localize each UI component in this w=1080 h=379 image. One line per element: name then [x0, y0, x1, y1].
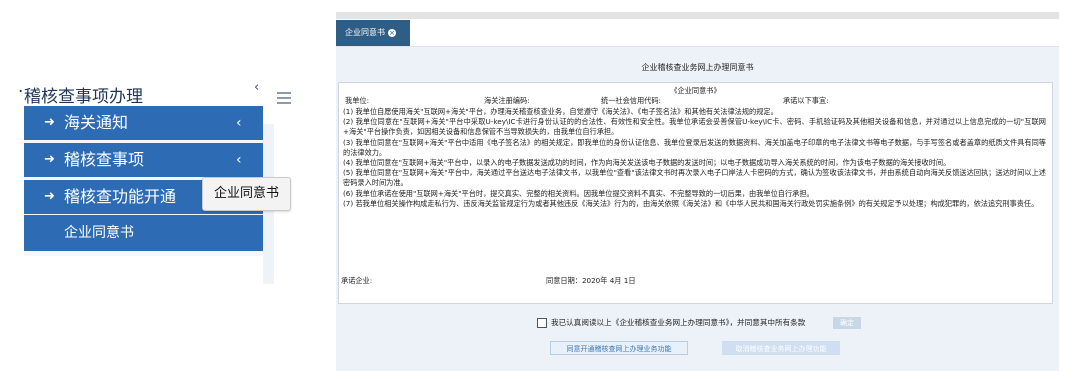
sidebar-item-consent-letter[interactable]: 企业同意书	[24, 215, 263, 251]
sign-in-arrow-icon: ➜	[44, 189, 55, 204]
consent-document: 《企业同意书》 我单位: 海关注册编码: 统一社会信用代码: 承诺以下事宜: (…	[338, 82, 1053, 304]
sidebar-item-label: 稽核查功能开通	[64, 187, 177, 206]
top-bar	[336, 12, 1059, 19]
agree-checkbox-label: 我已认真阅读以上《企业稽核查业务网上办理同意书》，并同意其中所有条款	[551, 318, 806, 327]
term-item: (7) 若我单位相关操作构成走私行为、违反海关监管规定行为或者其他违反《海关法》…	[343, 198, 1039, 208]
tab-bar	[336, 19, 1059, 47]
term-item: (3) 我单位同意在"互联网+海关"平台中适用《电子签名法》的相关规定，即我单位…	[343, 137, 1046, 157]
document-heading: 《企业同意书》	[670, 86, 721, 95]
menu-tooltip: 企业同意书	[202, 177, 291, 211]
signature-row: 承诺企业: 同意日期：2020年 4月 1日	[341, 276, 1046, 287]
term-item: (2) 我单位同意在"互联网+海关"平台中采取U-key\IC卡进行身份认证的的…	[343, 117, 1046, 137]
term-item: (4) 我单位同意在"互联网+海关"平台中，以录入的电子数据发送成功的时间，作为…	[343, 158, 951, 168]
company-label: 我单位:	[345, 96, 369, 105]
tab-consent-letter[interactable]: 企业同意书 ×	[336, 20, 410, 46]
close-icon[interactable]: ×	[388, 28, 396, 37]
hamburger-menu-icon[interactable]	[277, 92, 291, 107]
commitment-label: 承诺以下事宜:	[783, 96, 829, 105]
terms-list: (1) 我单位自愿使用海关"互联网+海关"平台，办理海关稽查核查业务，自觉遵守《…	[343, 107, 1046, 209]
term-item: (5) 我单位同意在"互联网+海关"平台中，海关通过平台送达电子法律文书，以我单…	[343, 168, 1046, 188]
sidebar-item-customs-notice[interactable]: ➜ 海关通知 ‹	[24, 106, 263, 140]
cancel-audit-online-button[interactable]: 取消稽核查业务网上办理功能	[722, 341, 840, 355]
customs-code-label: 海关注册编码:	[484, 96, 530, 105]
term-item: (6) 我单位承诺在使用"互联网+海关"平台时，提交真实、完整的相关资料。因我单…	[343, 188, 814, 198]
sidebar-item-label: 稽核查事项	[64, 150, 145, 169]
chevron-left-icon: ‹	[236, 152, 242, 168]
sign-company-label: 承诺企业:	[341, 276, 373, 285]
agree-checkbox-row[interactable]: 我已认真阅读以上《企业稽核查业务网上办理同意书》，并同意其中所有条款	[537, 317, 805, 329]
collapse-chevron-icon[interactable]: ‹	[254, 80, 259, 95]
agree-date: 同意日期：2020年 4月 1日	[546, 276, 636, 285]
sidebar-item-label: 海关通知	[64, 113, 129, 132]
enable-audit-online-button[interactable]: 同意开通稽核查网上办理业务功能	[550, 341, 688, 355]
sign-in-arrow-icon: ➜	[44, 115, 55, 130]
tab-label: 企业同意书	[345, 28, 385, 37]
sidebar-item-audit-matters[interactable]: ➜ 稽核查事项 ‹	[24, 143, 263, 177]
agree-checkbox[interactable]	[537, 318, 547, 328]
chevron-left-icon: ‹	[236, 115, 242, 131]
page-title: 企业稽核查业务网上办理同意书	[641, 63, 754, 72]
credit-code-label: 统一社会信用代码:	[601, 96, 661, 105]
term-item: (1) 我单位自愿使用海关"互联网+海关"平台，办理海关稽查核查业务，自觉遵守《…	[343, 107, 778, 116]
sidebar-section-title: · 稽核查事项办理	[18, 82, 143, 107]
sidebar-item-label: 企业同意书	[64, 225, 134, 241]
sidebar-section-label: 稽核查事项办理	[24, 87, 143, 107]
company-fields: 我单位: 海关注册编码: 统一社会信用代码: 承诺以下事宜:	[343, 96, 1048, 107]
menu-bullet-icon: ·	[18, 82, 24, 102]
sign-in-arrow-icon: ➜	[44, 152, 55, 167]
confirm-button[interactable]: 确定	[833, 317, 861, 329]
